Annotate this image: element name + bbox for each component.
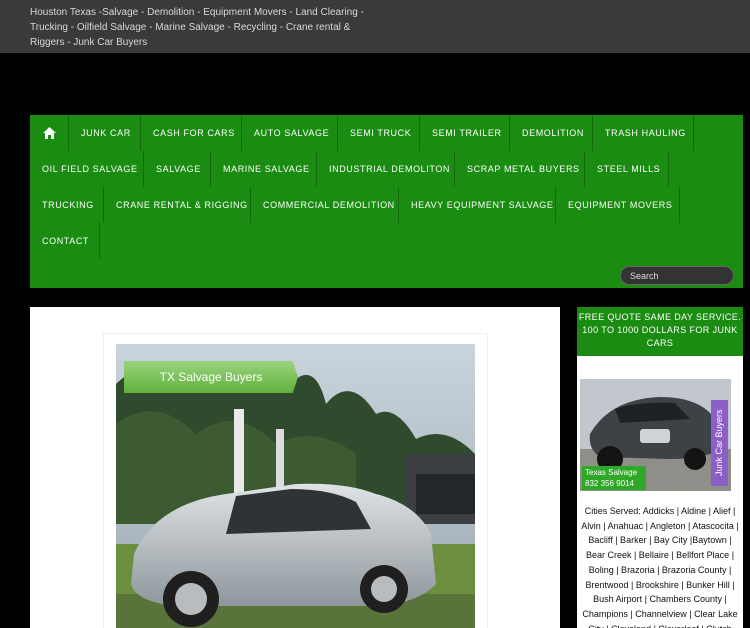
nav-item-crane-rental-rigging[interactable]: CRANE RENTAL & RIGGING (104, 187, 251, 223)
search-input[interactable] (620, 266, 734, 285)
main-content: TX Salvage Buyers (30, 307, 560, 628)
nav-item-scrap-metal-buyers[interactable]: SCRAP METAL BUYERS (455, 151, 585, 187)
nav-item-semi-truck[interactable]: SEMI TRUCK (338, 115, 420, 151)
nav-item-demolition[interactable]: DEMOLITION (510, 115, 593, 151)
nav-item-commercial-demolition[interactable]: COMMERCIAL DEMOLITION (251, 187, 399, 223)
nav-item-steel-mills[interactable]: STEEL MILLS (585, 151, 669, 187)
nav-item-marine-salvage[interactable]: MARINE SALVAGE (211, 151, 317, 187)
featured-image-frame: TX Salvage Buyers (103, 333, 488, 628)
car-photo: TX Salvage Buyers (116, 344, 475, 628)
nav-item-cash-for-cars[interactable]: CASH FOR CARS (141, 115, 242, 151)
nav-item-heavy-equipment-salvage[interactable]: HEAVY EQUIPMENT SALVAGE (399, 187, 556, 223)
top-bar: Houston Texas -Salvage - Demolition - Eq… (0, 0, 750, 53)
nav-item-oil-field-salvage[interactable]: OIL FIELD SALVAGE (30, 151, 144, 187)
ad-vertical-label: Junk Car Buyers (711, 400, 728, 486)
nav-item-salvage[interactable]: SALVAGE (144, 151, 211, 187)
nav-item-trash-hauling[interactable]: TRASH HAULING (593, 115, 694, 151)
nav-home[interactable] (30, 115, 69, 151)
nav-item-semi-trailer[interactable]: SEMI TRAILER (420, 115, 510, 151)
nav-item-trucking[interactable]: TRUCKING (30, 187, 104, 223)
site-tagline: Houston Texas -Salvage - Demolition - Eq… (30, 7, 364, 48)
sidebar-heading: FREE QUOTE SAME DAY SERVICE. 100 TO 1000… (577, 307, 743, 356)
ad-label-line1: Texas Salvage (585, 468, 638, 477)
junk-car-ad-image[interactable]: Texas Salvage 832 356 9014 Junk Car Buye… (580, 379, 731, 491)
cities-served-text: Cities Served: Addicks | Aldine | Alief … (581, 506, 739, 628)
nav-item-contact[interactable]: CONTACT (30, 223, 100, 259)
nav-item-industrial-demoliton[interactable]: INDUSTRIAL DEMOLITON (317, 151, 455, 187)
main-navigation: JUNK CAR CASH FOR CARS AUTO SALVAGE SEMI… (30, 115, 743, 288)
sidebar: FREE QUOTE SAME DAY SERVICE. 100 TO 1000… (577, 307, 743, 628)
ad-label-line2: 832 356 9014 (585, 479, 634, 488)
nav-item-auto-salvage[interactable]: AUTO SALVAGE (242, 115, 338, 151)
home-icon (42, 127, 56, 141)
nav-item-equipment-movers[interactable]: EQUIPMENT MOVERS (556, 187, 680, 223)
ad-phone-label: Texas Salvage 832 356 9014 (582, 466, 646, 490)
photo-banner: TX Salvage Buyers (124, 361, 298, 393)
nav-item-junk-car[interactable]: JUNK CAR (69, 115, 141, 151)
